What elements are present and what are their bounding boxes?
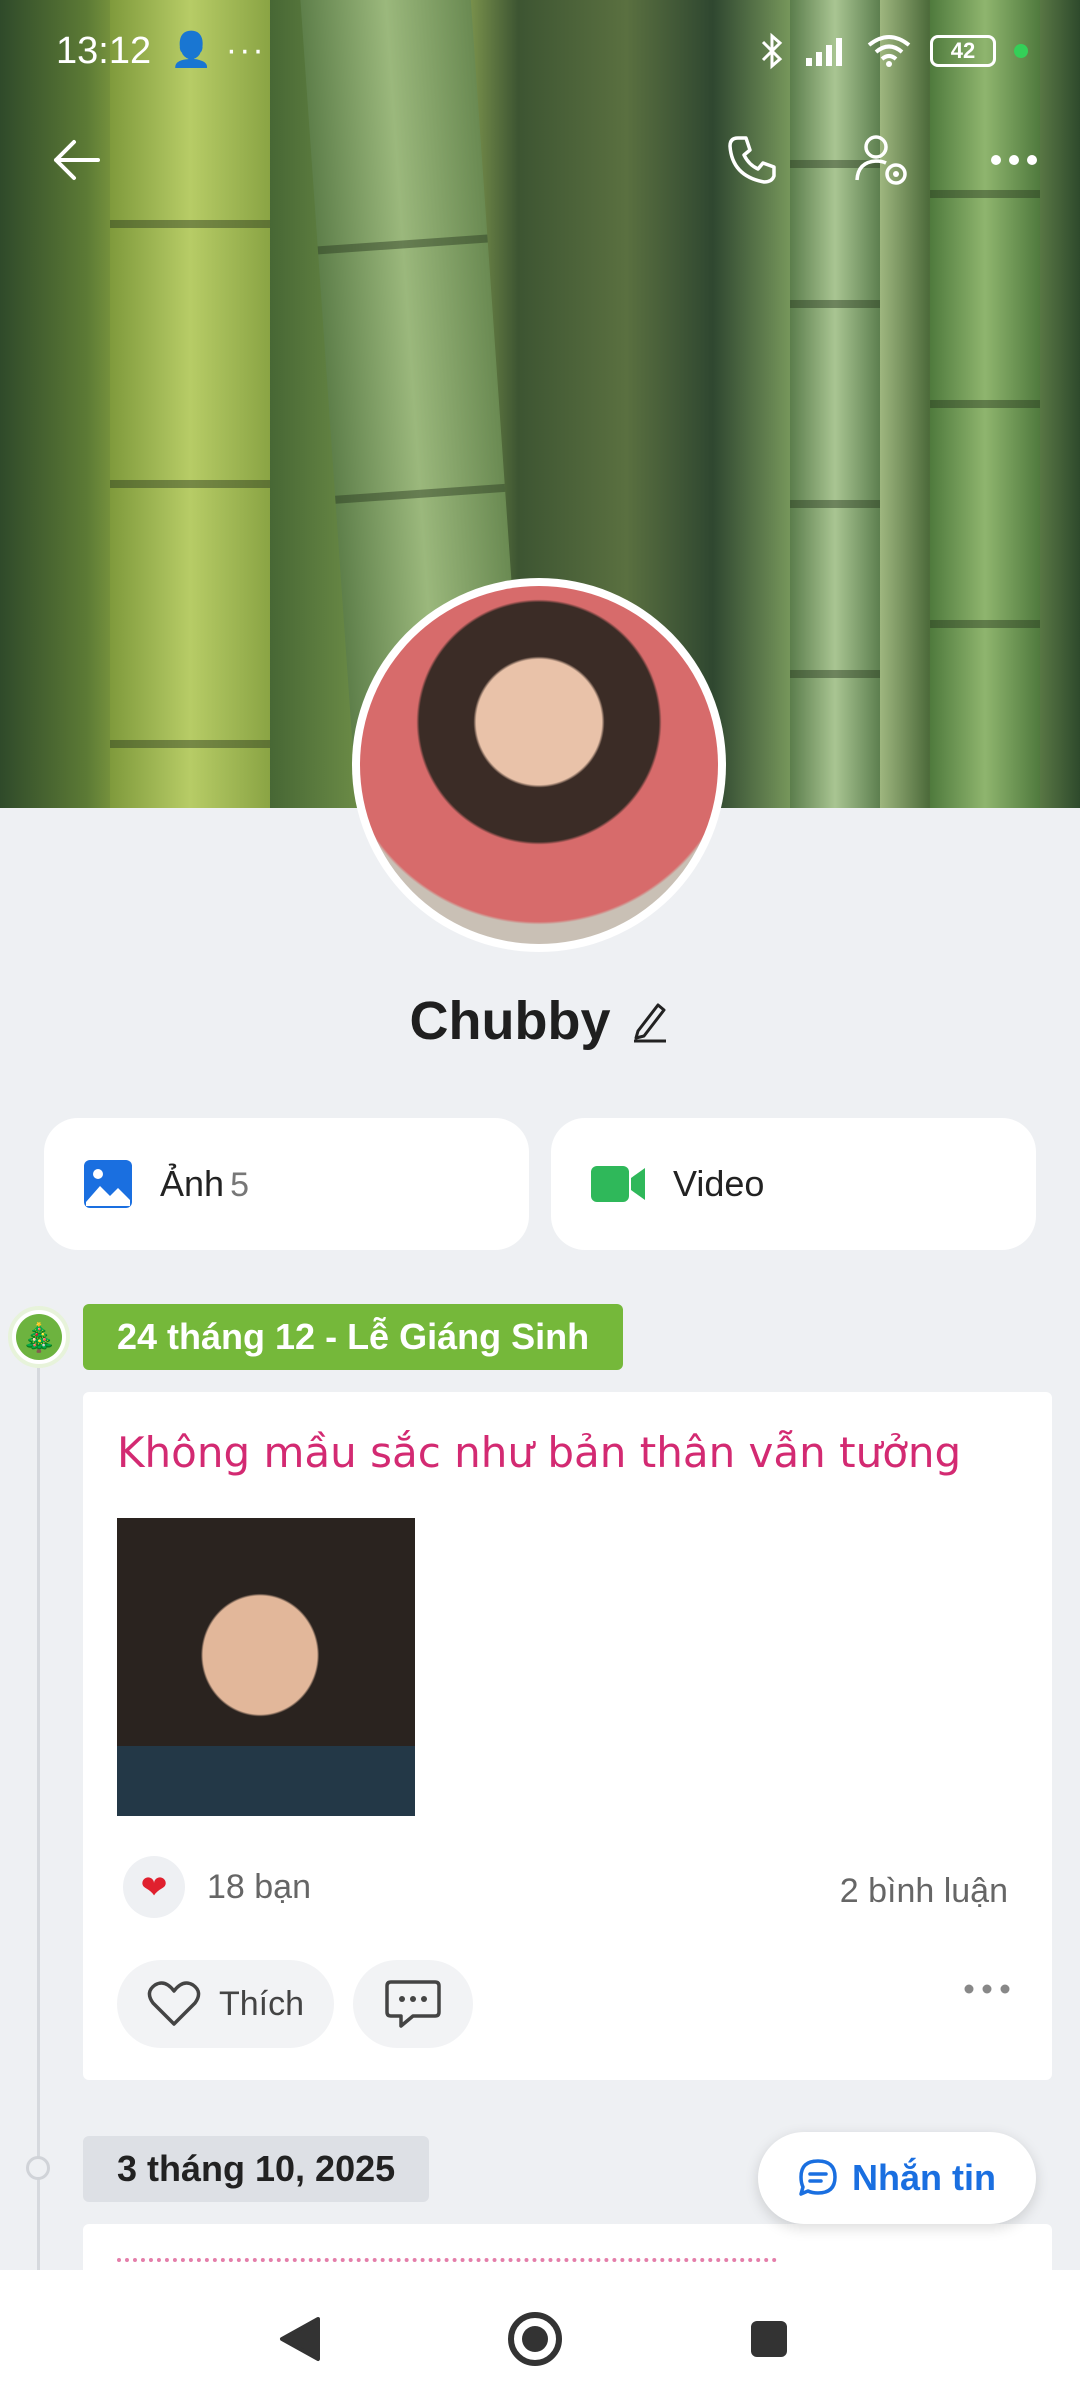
privacy-indicator-dot — [1014, 44, 1028, 58]
nav-recents-button[interactable] — [734, 2304, 804, 2374]
christmas-tree-icon: 🎄 — [16, 1314, 62, 1360]
heart-outline-icon — [147, 1981, 201, 2026]
top-navigation — [0, 120, 1080, 200]
photos-button[interactable]: Ảnh 5 — [44, 1118, 529, 1250]
post-photo[interactable] — [117, 1518, 415, 1816]
photos-count: 5 — [230, 1166, 249, 1204]
post-more-icon[interactable] — [962, 1982, 1012, 1996]
signal-icon — [806, 38, 842, 66]
heart-reaction-icon: ❤ — [123, 1856, 185, 1918]
comments-count[interactable]: 2 bình luận — [840, 1872, 1008, 1911]
profile-name: Chubby — [409, 991, 611, 1051]
send-message-label: Nhắn tin — [852, 2157, 996, 2198]
system-navigation-bar — [0, 2270, 1080, 2400]
status-notification-icons: 👤 ··· — [170, 31, 266, 69]
timeline-marker — [26, 2156, 50, 2180]
image-icon — [84, 1160, 132, 1208]
avatar-image — [360, 586, 718, 944]
post-caption: Không mầu sắc như bản thân vẫn tưởng — [117, 1428, 962, 1477]
post-caption-2-cut — [117, 2258, 777, 2268]
nav-home-button[interactable] — [500, 2304, 570, 2374]
wifi-icon — [867, 35, 911, 67]
arrow-left-icon — [54, 140, 100, 180]
comment-bubble-icon — [385, 1980, 441, 2028]
status-bar: 13:12 👤 ··· 42 — [0, 0, 1080, 110]
square-recents-icon — [751, 2321, 787, 2357]
post-date-badge: 24 tháng 12 - Lễ Giáng Sinh — [83, 1304, 624, 1370]
comment-button[interactable] — [353, 1960, 473, 2048]
chat-bubble-icon — [799, 2159, 837, 2196]
status-time: 13:12 — [56, 30, 152, 72]
video-camera-icon — [591, 1166, 645, 1202]
post-date-badge-2: 3 tháng 10, 2025 — [83, 2136, 430, 2202]
edit-pencil-icon[interactable] — [630, 999, 670, 1043]
more-horizontal-icon — [991, 155, 1037, 165]
circle-home-icon — [508, 2312, 562, 2366]
like-label: Thích — [219, 1984, 305, 2023]
profile-avatar[interactable] — [352, 578, 726, 952]
reactions-count: 18 bạn — [207, 1867, 311, 1906]
back-button[interactable] — [36, 120, 116, 200]
timeline-marker-holiday: 🎄 — [8, 1306, 70, 1368]
more-options-button[interactable] — [974, 120, 1054, 200]
post-reactions[interactable]: ❤ 18 bạn — [123, 1856, 311, 1918]
post-card: Không mầu sắc như bản thân vẫn tưởng ❤ 1… — [83, 1392, 1052, 2080]
battery-icon: 42 — [930, 35, 996, 67]
photos-label: Ảnh — [160, 1163, 225, 1204]
user-settings-icon — [855, 135, 907, 185]
bluetooth-icon — [761, 32, 783, 70]
timeline-line — [37, 1310, 40, 2270]
nav-back-button[interactable] — [265, 2304, 335, 2374]
send-message-button[interactable]: Nhắn tin — [758, 2132, 1036, 2224]
profile-name-row: Chubby — [0, 990, 1080, 1052]
profile-settings-button[interactable] — [842, 120, 922, 200]
like-button[interactable]: Thích — [117, 1960, 335, 2048]
phone-icon — [728, 136, 776, 184]
triangle-back-icon — [280, 2317, 320, 2361]
video-label: Video — [673, 1163, 765, 1204]
call-button[interactable] — [712, 120, 792, 200]
video-button[interactable]: Video — [551, 1118, 1036, 1250]
